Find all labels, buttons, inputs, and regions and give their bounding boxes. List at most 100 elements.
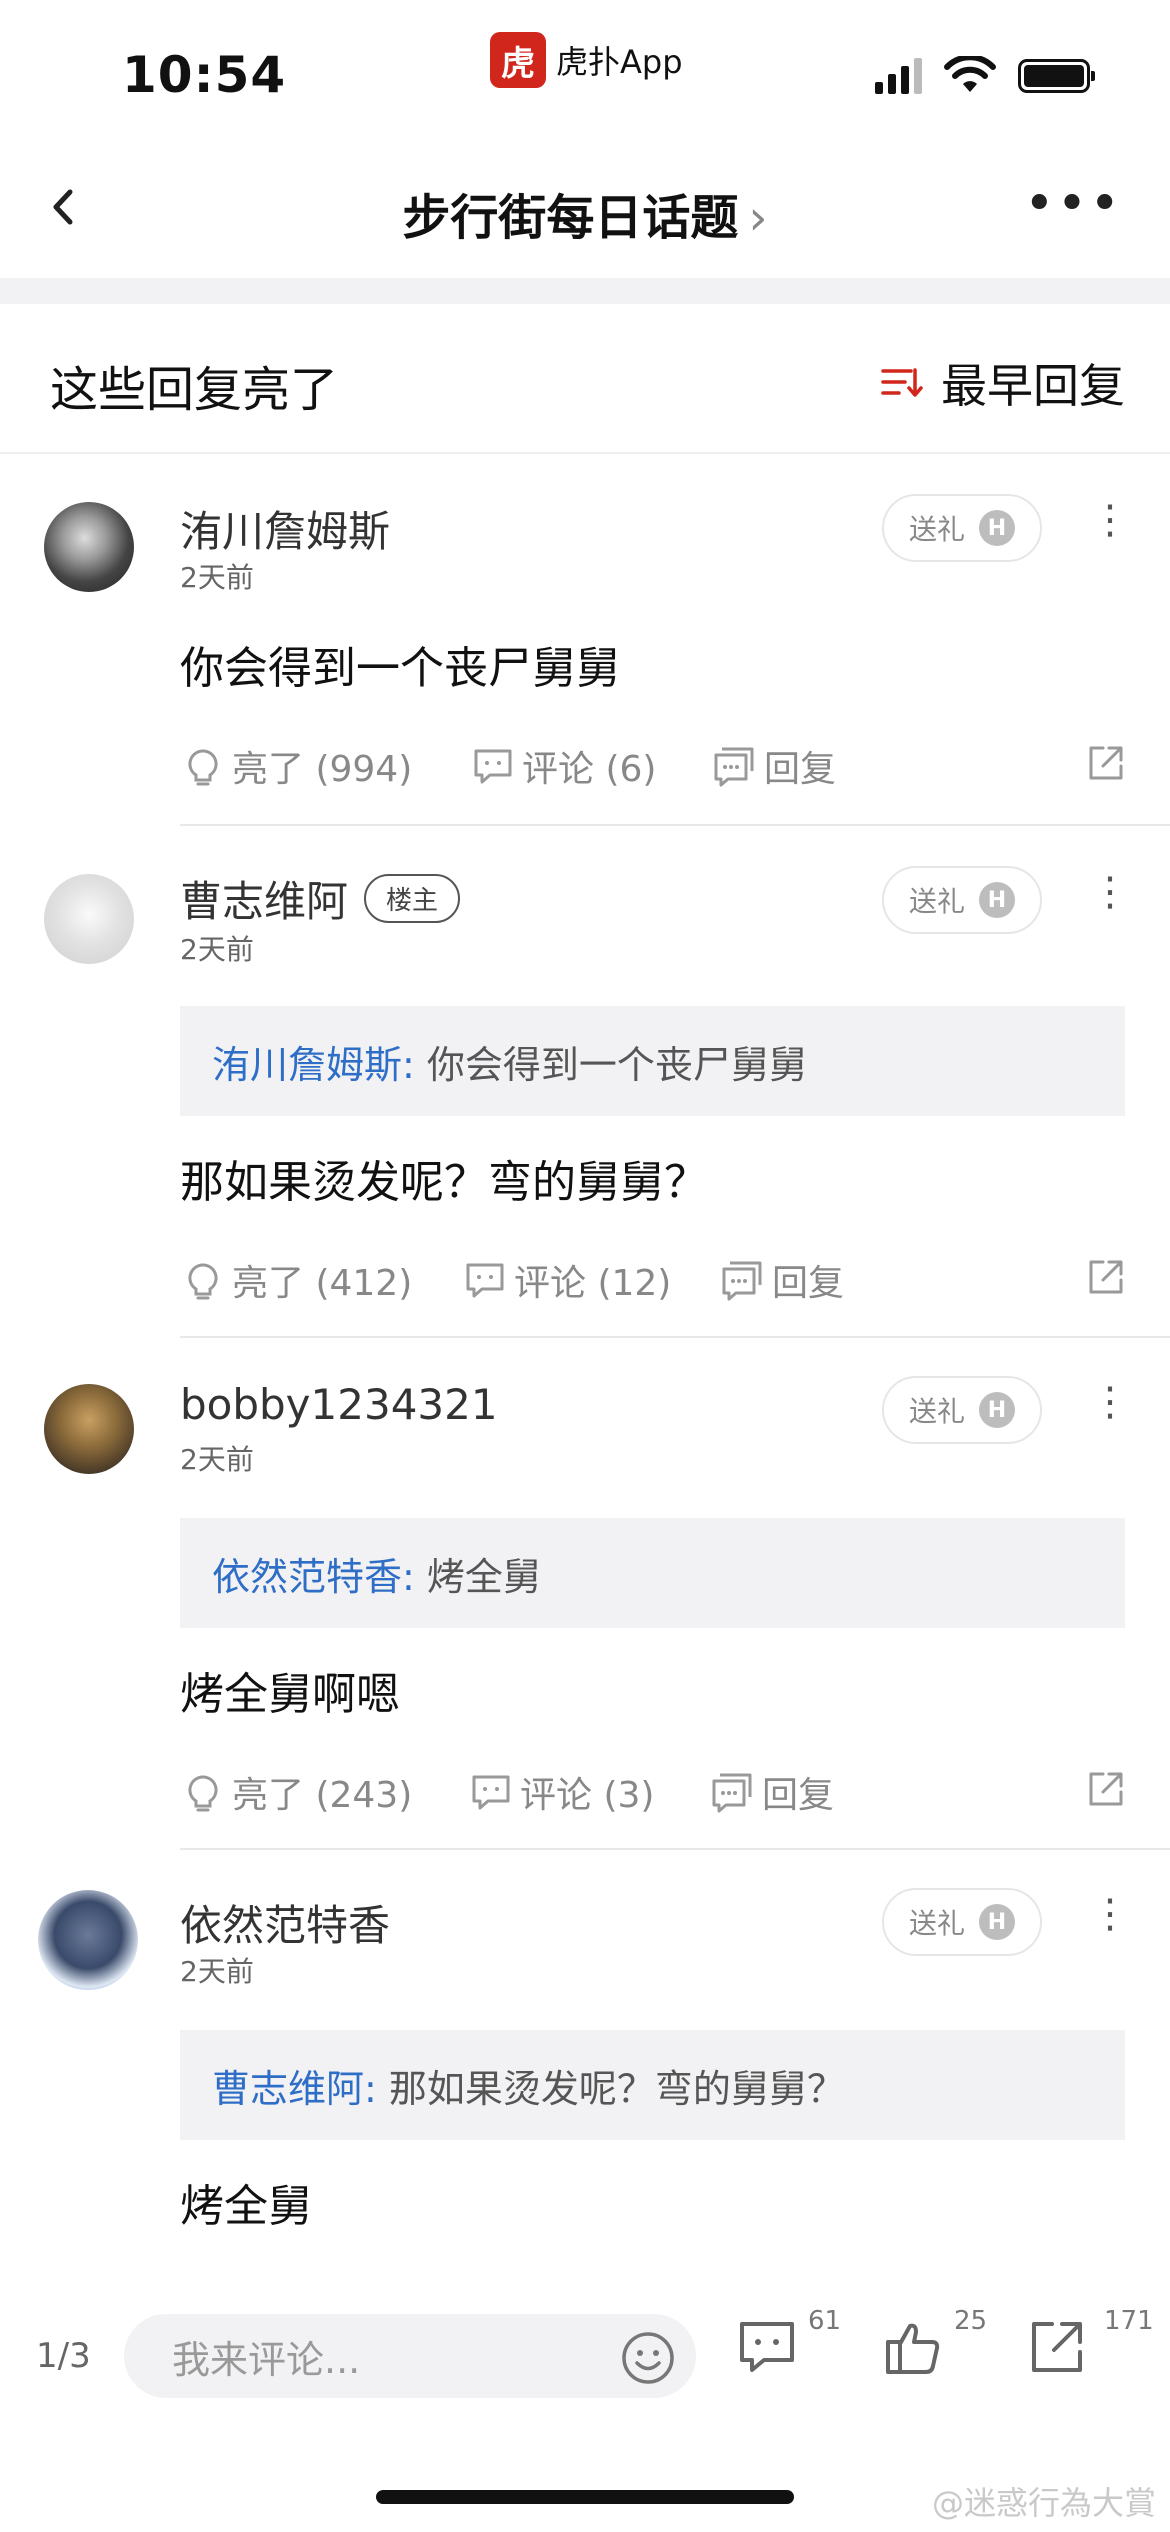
sort-icon bbox=[881, 368, 923, 397]
timestamp: 2天前 bbox=[180, 1955, 254, 1988]
h-coin-icon: H bbox=[979, 1904, 1015, 1940]
reply-actions: 亮了 (412) 评论 (12) 回复 bbox=[180, 1254, 1140, 1324]
reply-item: 曹志维阿 楼主 2天前 送礼 H ⋮ 洧川詹姆斯: 你会得到一个丧尸舅舅 那如果烫发呢… bbox=[0, 826, 1170, 1338]
h-coin-icon: H bbox=[979, 1392, 1015, 1428]
username[interactable]: bobby1234321 bbox=[180, 1380, 498, 1429]
share-icon bbox=[1032, 2322, 1082, 2372]
comment-button[interactable]: 评论 (6) bbox=[470, 740, 656, 792]
app-name: 虎扑App bbox=[556, 43, 683, 81]
reply-icon bbox=[712, 1773, 752, 1813]
username[interactable]: 洧川詹姆斯 bbox=[180, 498, 390, 559]
reply-more-icon[interactable]: ⋮ bbox=[1090, 1382, 1130, 1422]
avatar[interactable] bbox=[44, 502, 134, 592]
bottom-comment-bar: 1/3 我来评论... 61 25 171 bbox=[0, 2290, 1170, 2420]
timestamp: 2天前 bbox=[180, 1443, 254, 1476]
highlighted-replies-header: 这些回复亮了 最早回复 bbox=[0, 304, 1170, 454]
reply-button[interactable]: 回复 bbox=[712, 740, 836, 792]
more-options-button[interactable]: ••• bbox=[1024, 174, 1122, 234]
reply-item: 洧川詹姆斯 2天前 送礼 H ⋮ 你会得到一个丧尸舅舅 亮了 (994) 评论 (… bbox=[0, 456, 1170, 824]
home-indicator[interactable] bbox=[376, 2490, 794, 2504]
username[interactable]: 依然范特香 bbox=[180, 1892, 390, 1953]
light-button[interactable]: 亮了 (412) bbox=[180, 1254, 412, 1306]
comment-icon bbox=[472, 1775, 510, 1810]
quoted-text: 那如果烫发呢？弯的舅舅？ bbox=[388, 2066, 845, 2111]
quoted-reply[interactable]: 洧川詹姆斯: 你会得到一个丧尸舅舅 bbox=[180, 1006, 1125, 1116]
comment-button[interactable]: 评论 (12) bbox=[462, 1254, 671, 1306]
share-count: 171 bbox=[1104, 2306, 1154, 2336]
reply-actions: 亮了 (243) 评论 (3) 回复 bbox=[180, 1766, 1140, 1836]
comments-button[interactable] bbox=[734, 2314, 804, 2384]
quoted-text: 烤全舅 bbox=[426, 1554, 541, 1599]
light-button[interactable]: 亮了 (994) bbox=[180, 740, 412, 792]
username[interactable]: 曹志维阿 楼主 bbox=[180, 868, 461, 929]
h-coin-icon: H bbox=[979, 510, 1015, 546]
reply-button[interactable]: 回复 bbox=[720, 1254, 844, 1306]
clock: 10:54 bbox=[122, 46, 287, 104]
reply-more-icon[interactable]: ⋮ bbox=[1090, 500, 1130, 540]
emoji-icon[interactable] bbox=[620, 2330, 676, 2386]
share-icon[interactable] bbox=[1083, 1254, 1129, 1309]
gift-button[interactable]: 送礼 H bbox=[882, 1888, 1042, 1956]
comment-placeholder: 我来评论... bbox=[172, 2337, 361, 2382]
reply-item: 依然范特香 2天前 送礼 H ⋮ 曹志维阿: 那如果烫发呢？弯的舅舅？ 烤全舅 bbox=[0, 1850, 1170, 2270]
lightbulb-icon bbox=[188, 749, 218, 786]
quoted-username: 依然范特香: bbox=[212, 1554, 415, 1599]
section-title: 这些回复亮了 bbox=[50, 362, 339, 418]
page-indicator[interactable]: 1/3 bbox=[36, 2336, 91, 2376]
reply-icon bbox=[722, 1261, 762, 1301]
comment-icon bbox=[474, 749, 512, 784]
watermark: @迷惑行為大賞 bbox=[931, 2484, 1156, 2522]
top-nav: 步行街每日话题 › ••• bbox=[0, 150, 1170, 265]
quoted-reply[interactable]: 依然范特香: 烤全舅 bbox=[180, 1518, 1125, 1628]
lightbulb-icon bbox=[188, 1775, 218, 1812]
wifi-icon bbox=[944, 56, 996, 92]
share-icon[interactable] bbox=[1083, 740, 1129, 795]
comment-icon bbox=[466, 1263, 504, 1298]
like-count: 25 bbox=[954, 2306, 988, 2336]
reply-content: 你会得到一个丧尸舅舅 bbox=[180, 643, 620, 694]
cellular-signal-icon bbox=[875, 58, 922, 94]
comment-button[interactable]: 评论 (3) bbox=[468, 1766, 654, 1818]
reply-actions: 亮了 (994) 评论 (6) 回复 bbox=[180, 740, 1140, 810]
avatar[interactable] bbox=[44, 1384, 134, 1474]
thumbs-up-icon bbox=[886, 2323, 940, 2374]
battery-icon bbox=[1018, 59, 1095, 93]
chevron-right-icon: › bbox=[748, 190, 768, 246]
reply-content: 烤全舅啊嗯 bbox=[180, 1669, 400, 1720]
h-coin-icon: H bbox=[979, 882, 1015, 918]
quoted-username: 曹志维阿: bbox=[212, 2066, 377, 2111]
reply-icon bbox=[714, 747, 754, 787]
share-button[interactable] bbox=[1024, 2314, 1094, 2384]
reply-content: 那如果烫发呢？弯的舅舅？ bbox=[180, 1157, 708, 1208]
timestamp: 2天前 bbox=[180, 933, 254, 966]
page-title: 步行街每日话题 bbox=[402, 190, 739, 246]
section-divider bbox=[0, 278, 1170, 304]
gift-button[interactable]: 送礼 H bbox=[882, 1376, 1042, 1444]
light-button[interactable]: 亮了 (243) bbox=[180, 1766, 412, 1818]
avatar[interactable] bbox=[38, 1890, 138, 1990]
reply-content: 烤全舅 bbox=[180, 2181, 312, 2232]
thread-owner-badge: 楼主 bbox=[364, 874, 461, 923]
reply-more-icon[interactable]: ⋮ bbox=[1090, 872, 1130, 912]
reply-button[interactable]: 回复 bbox=[710, 1766, 834, 1818]
reply-item: bobby1234321 2天前 送礼 H ⋮ 依然范特香: 烤全舅 烤全舅啊嗯 亮… bbox=[0, 1338, 1170, 1850]
topic-title-link[interactable]: 步行街每日话题 › bbox=[0, 178, 1170, 248]
quoted-reply[interactable]: 曹志维阿: 那如果烫发呢？弯的舅舅？ bbox=[180, 2030, 1125, 2140]
status-bar: 10:54 虎 虎扑App bbox=[0, 0, 1170, 140]
timestamp: 2天前 bbox=[180, 561, 254, 594]
share-icon[interactable] bbox=[1083, 1766, 1129, 1821]
lightbulb-icon bbox=[188, 1263, 218, 1300]
quoted-username: 洧川詹姆斯: bbox=[212, 1042, 415, 1087]
avatar[interactable] bbox=[44, 874, 134, 964]
comment-input[interactable]: 我来评论... bbox=[124, 2314, 696, 2398]
comment-bubble-icon bbox=[740, 2322, 794, 2372]
quoted-text: 你会得到一个丧尸舅舅 bbox=[426, 1042, 807, 1087]
comment-count: 61 bbox=[808, 2306, 842, 2336]
like-button[interactable] bbox=[880, 2314, 950, 2384]
sort-button[interactable]: 最早回复 bbox=[881, 350, 1125, 416]
gift-button[interactable]: 送礼 H bbox=[882, 866, 1042, 934]
sort-label: 最早回复 bbox=[941, 359, 1125, 413]
gift-button[interactable]: 送礼 H bbox=[882, 494, 1042, 562]
status-icons bbox=[875, 56, 1095, 96]
reply-more-icon[interactable]: ⋮ bbox=[1090, 1894, 1130, 1934]
